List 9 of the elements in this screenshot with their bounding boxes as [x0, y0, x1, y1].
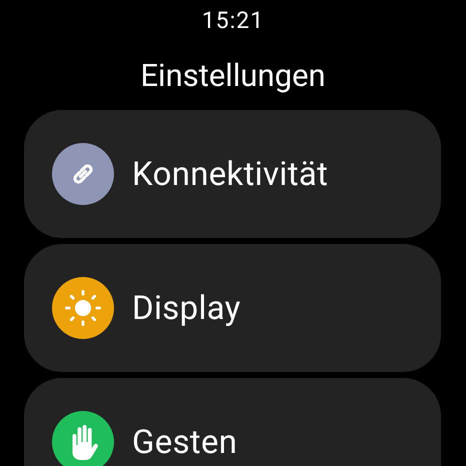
- settings-item[interactable]: Display: [24, 244, 441, 372]
- item-label: Konnektivität: [132, 158, 328, 190]
- status-time: 15:21: [202, 6, 264, 36]
- settings-item[interactable]: Konnektivität: [24, 110, 441, 238]
- item-label: Gesten: [132, 426, 238, 458]
- sun-icon: [62, 287, 104, 329]
- item-label: Display: [132, 292, 241, 324]
- settings-item[interactable]: Gesten: [24, 378, 441, 466]
- screen-title: Einstellungen: [140, 56, 326, 96]
